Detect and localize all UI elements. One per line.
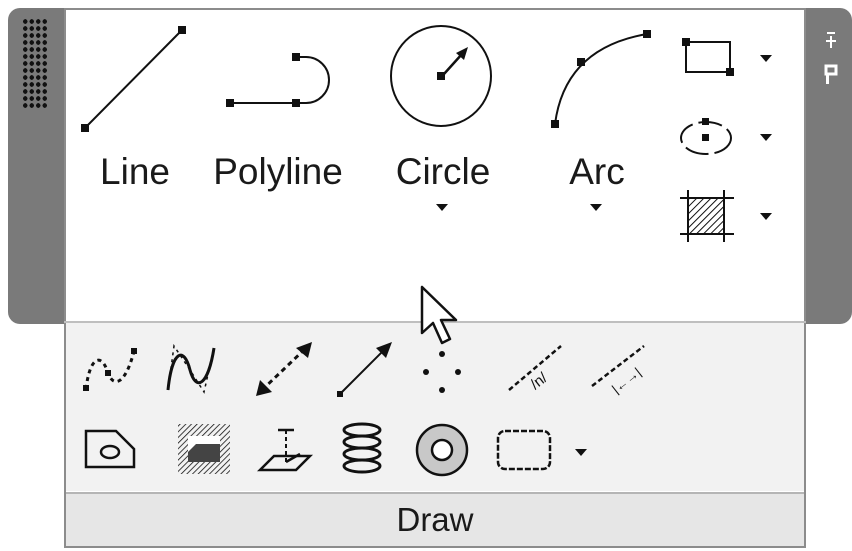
line-label: Line [100, 151, 170, 192]
revision-cloud-dropdown-icon[interactable] [575, 449, 587, 456]
revision-cloud-icon [496, 429, 552, 471]
arc-dropdown-icon[interactable] [590, 204, 602, 211]
measure-icon: |←→| [591, 345, 645, 396]
helix-icon [342, 422, 382, 474]
ray-icon [337, 342, 392, 397]
arc-label: Arc [569, 151, 625, 192]
drag-handle-icon[interactable] [22, 18, 48, 108]
rectangle-dropdown-icon[interactable] [760, 55, 772, 62]
line-button[interactable] [78, 22, 188, 142]
circle-icon [390, 25, 492, 127]
donut-icon [415, 423, 469, 477]
circle-label: Circle [395, 151, 491, 192]
pin-panel-button[interactable] [820, 30, 842, 52]
hatch-button[interactable] [678, 188, 738, 244]
pin-icon [826, 32, 836, 48]
ellipse-button[interactable] [678, 116, 738, 160]
circle-dropdown-icon[interactable] [436, 204, 448, 211]
multiple-points-icon [423, 351, 461, 393]
spline-control-vertices-icon [166, 343, 216, 394]
measure-button[interactable]: |←→| [588, 340, 648, 398]
spline-fit-button[interactable] [80, 345, 140, 395]
rectangle-button[interactable] [680, 36, 740, 78]
divide-icon: /n/ [508, 345, 562, 393]
arc-icon [551, 30, 651, 128]
wipeout-button[interactable] [176, 422, 234, 478]
construction-line-button[interactable] [252, 340, 316, 400]
return-to-ribbon-icon [824, 64, 838, 84]
panel-title-bar[interactable]: Draw [66, 492, 804, 546]
hatch-icon [680, 190, 734, 242]
helix-button[interactable] [338, 420, 386, 478]
polyline-button[interactable] [220, 45, 335, 115]
region-icon [84, 429, 136, 469]
multiple-points-button[interactable] [420, 350, 466, 394]
revision-cloud-button[interactable] [494, 427, 556, 473]
return-panel-button[interactable] [820, 62, 842, 88]
3d-polyline-icon [256, 428, 314, 472]
spline-cv-button[interactable] [160, 340, 220, 396]
polyline-label: Polyline [213, 151, 343, 192]
donut-button[interactable] [414, 422, 470, 478]
spline-fit-icon [83, 348, 137, 391]
wipeout-icon [178, 424, 230, 474]
divide-button[interactable]: /n/ [505, 340, 565, 398]
construction-line-icon [256, 342, 312, 396]
circle-button[interactable] [386, 22, 498, 134]
arc-button[interactable] [545, 28, 655, 132]
panel-title: Draw [396, 501, 474, 538]
ray-button[interactable] [334, 340, 398, 400]
mouse-cursor [418, 285, 464, 354]
rectangle-icon [682, 38, 734, 76]
hatch-dropdown-icon[interactable] [760, 213, 772, 220]
polyline-icon [226, 53, 330, 107]
line-icon [81, 26, 186, 132]
3d-polyline-button[interactable] [256, 422, 316, 478]
panel-side-bar [806, 8, 852, 324]
region-button[interactable] [82, 425, 138, 473]
ellipse-icon [680, 118, 732, 155]
ellipse-dropdown-icon[interactable] [760, 134, 772, 141]
